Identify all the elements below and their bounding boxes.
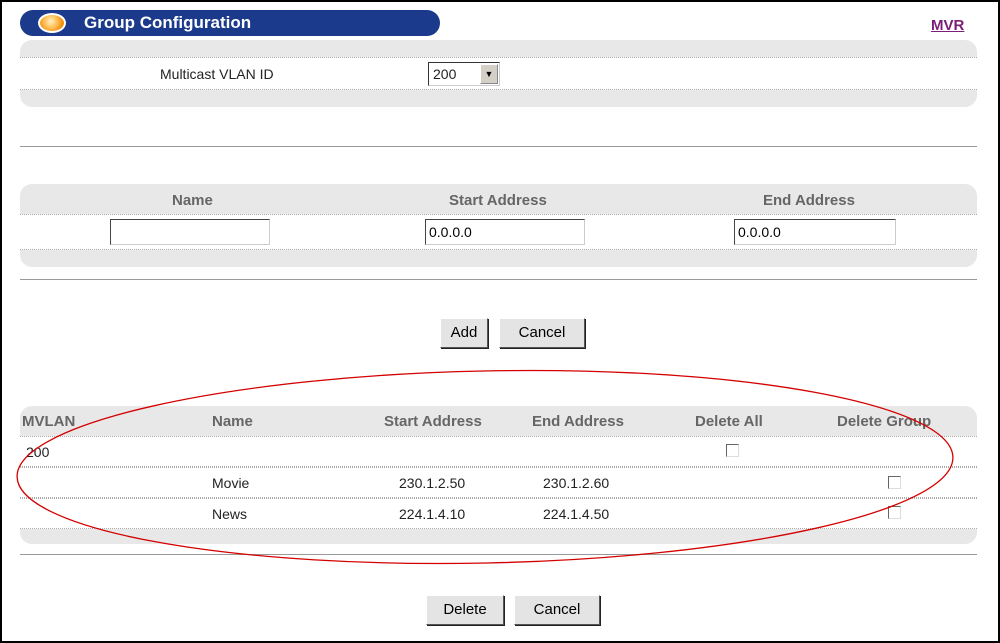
table-row: News 224.1.4.10 224.1.4.50 [20, 498, 977, 529]
vlan-row: Multicast VLAN ID 200 ▼ [20, 57, 977, 90]
add-button[interactable]: Add [440, 318, 488, 348]
group-table: MVLAN Name Start Address End Address Del… [20, 406, 977, 544]
end-address-header: End Address [532, 413, 624, 430]
delete-group-checkbox[interactable] [888, 476, 901, 489]
form-row [20, 214, 977, 250]
chevron-down-icon[interactable]: ▼ [480, 64, 498, 84]
name-header: Name [172, 192, 213, 209]
start-address-header: Start Address [384, 413, 482, 430]
mvlan-header: MVLAN [22, 413, 76, 430]
divider [20, 279, 977, 280]
delete-button[interactable]: Delete [426, 595, 504, 625]
divider [20, 554, 977, 555]
page-title: Group Configuration [84, 13, 252, 32]
add-group-panel: Name Start Address End Address [20, 184, 977, 267]
delete-all-checkbox[interactable] [726, 444, 739, 457]
orb-icon [38, 13, 66, 33]
vlan-id-value: 200 [433, 66, 457, 82]
table-row: Movie 230.1.2.50 230.1.2.60 [20, 467, 977, 498]
end-address-cell: 224.1.4.50 [543, 506, 610, 522]
end-address-header: End Address [763, 192, 855, 209]
mvr-link[interactable]: MVR [931, 17, 964, 34]
table-cancel-button[interactable]: Cancel [514, 595, 600, 625]
delete-all-header: Delete All [695, 413, 763, 430]
mvlan-cell: 200 [26, 444, 50, 460]
group-name-cell: Movie [212, 475, 250, 491]
delete-group-header: Delete Group [837, 413, 932, 430]
vlan-id-select[interactable]: 200 ▼ [428, 62, 500, 86]
group-name-cell: News [212, 506, 248, 522]
end-address-cell: 230.1.2.60 [543, 475, 610, 491]
table-row: 200 [20, 436, 977, 467]
title-bar: Group Configuration [20, 10, 440, 36]
vlan-panel: Multicast VLAN ID 200 ▼ [20, 40, 977, 107]
divider [20, 146, 977, 147]
start-address-cell: 230.1.2.50 [399, 475, 466, 491]
name-header: Name [212, 413, 253, 430]
group-name-input[interactable] [110, 219, 270, 245]
start-address-cell: 224.1.4.10 [399, 506, 466, 522]
vlan-id-label: Multicast VLAN ID [160, 66, 274, 82]
start-address-header: Start Address [449, 192, 547, 209]
end-address-input[interactable] [734, 219, 896, 245]
start-address-input[interactable] [425, 219, 585, 245]
cancel-button[interactable]: Cancel [499, 318, 585, 348]
delete-group-checkbox[interactable] [888, 506, 901, 519]
